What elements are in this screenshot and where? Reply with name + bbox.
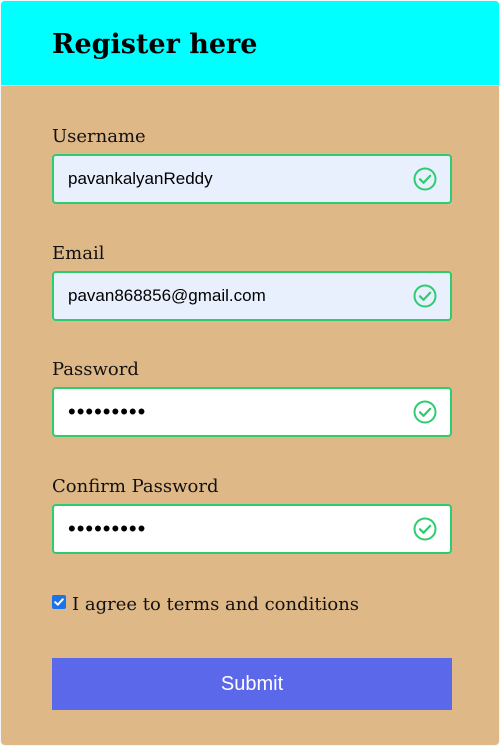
- terms-checkbox[interactable]: [52, 595, 66, 609]
- username-label: Username: [52, 126, 146, 147]
- check-circle-icon: [413, 517, 437, 541]
- form-header: Register here: [1, 1, 499, 86]
- confirm-password-field[interactable]: [52, 504, 452, 554]
- password-label: Password: [52, 359, 139, 380]
- email-input[interactable]: [54, 273, 404, 319]
- password-field[interactable]: [52, 387, 452, 437]
- username-field[interactable]: [52, 154, 452, 204]
- page-title: Register here: [52, 29, 258, 60]
- register-card: Register here Username Email Password Co…: [1, 1, 499, 745]
- confirm-password-label: Confirm Password: [52, 476, 219, 497]
- email-label: Email: [52, 243, 105, 264]
- username-input[interactable]: [54, 156, 404, 202]
- password-input[interactable]: [54, 389, 404, 435]
- confirm-password-input[interactable]: [54, 506, 404, 552]
- submit-button[interactable]: Submit: [52, 658, 452, 710]
- check-circle-icon: [413, 400, 437, 424]
- check-circle-icon: [413, 167, 437, 191]
- terms-row[interactable]: I agree to terms and conditions: [52, 593, 359, 615]
- check-circle-icon: [413, 284, 437, 308]
- terms-label[interactable]: I agree to terms and conditions: [72, 594, 359, 615]
- checkmark-icon: [54, 598, 64, 606]
- email-field[interactable]: [52, 271, 452, 321]
